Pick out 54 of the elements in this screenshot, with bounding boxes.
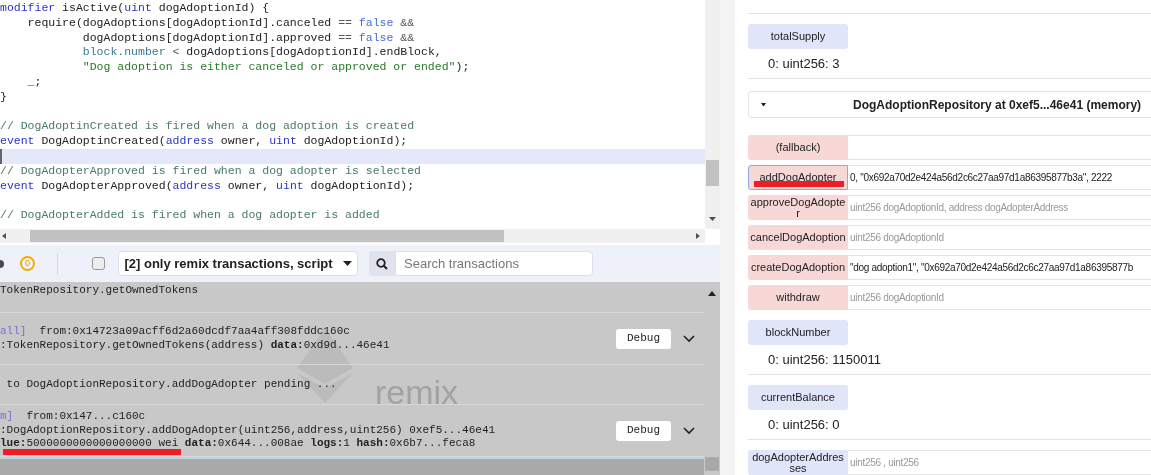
filter-dropdown[interactable]: [2] only remix transactions, script [118, 251, 358, 276]
horizontal-scrollbar[interactable] [0, 229, 705, 243]
argument-field[interactable]: uint256 , uint256 [848, 450, 1151, 475]
debug-button[interactable]: Debug [616, 420, 671, 441]
function-button[interactable]: blockNumber [748, 320, 848, 345]
code-line: event DogAdoptinCreated(address owner, uint dogAdoptionId); [0, 134, 409, 149]
argument-field[interactable]: 0, "0x692a70d2e424a56d2c6c27aa97d1a86395877b3a", 2222 [848, 165, 1151, 190]
log-line: :TokenRepository.getOwnedTokens(address) data:0xd9d...46e41 [0, 338, 391, 352]
function-button[interactable]: cancelDogAdoption [748, 225, 848, 250]
code-line: block.number < dogAdoptions[dogAdoptionId].endBlock, [81, 45, 443, 61]
scrollbar-thumb[interactable] [706, 160, 719, 186]
code-line: _; [26, 75, 43, 90]
argument-field[interactable]: uint256 dogAdoptionId [848, 225, 1151, 250]
pending-count-badge: 0 [20, 256, 35, 271]
output-text: 0: uint256: 1150011 [768, 351, 882, 368]
search-button[interactable] [369, 251, 395, 276]
log-line: all] from:0x14723a09acff6d2a60dcdf7aa4aff308fddc160c [0, 325, 351, 339]
log-line: :DogAdoptionRepository.addDogAdopter(uint256,address,uint256) 0xef5...46e41 [0, 423, 497, 438]
chevron-down-icon[interactable] [683, 334, 695, 343]
code-comment: // DogAdopterApproved is fired when a dog adopter is selected [0, 163, 422, 179]
code-line: modifier isActive(uint dogAdoptionId) { [0, 1, 271, 16]
code-line: } [0, 89, 8, 105]
code-line: "Dog adoption is either canceled or approved or ended"); [81, 60, 471, 75]
search-icon [376, 257, 388, 270]
code-comment: // DogAdoptinCreated is fired when a dog adoption is created [0, 119, 416, 135]
function-button[interactable]: dogAdopterAddresses [748, 450, 848, 475]
search-field[interactable]: Search transactions [395, 251, 593, 276]
code-line: require(dogAdoptions[dogAdoptionId].canceled == false && [26, 15, 416, 31]
caret-icon [342, 261, 352, 266]
function-button[interactable]: approveDogAdopter [748, 195, 848, 220]
scrollbar-thumb[interactable] [30, 230, 504, 242]
function-button[interactable]: createDogAdoption [748, 255, 848, 280]
argument-field[interactable]: uint256 dogAdoptionId [848, 285, 1151, 310]
code-comment: // DogAdopterAdded is fired when a dog adopter is added [0, 208, 381, 223]
function-button[interactable]: currentBalance [748, 385, 848, 410]
vertical-scrollbar[interactable] [705, 0, 720, 229]
function-button[interactable]: totalSupply [748, 24, 848, 49]
argument-field[interactable]: uint256 dogAdoptionId, address dogAdopterAddress [848, 195, 1151, 220]
scroll-up-icon[interactable] [707, 290, 717, 298]
code-line: dogAdoptions[dogAdoptionId].approved == false && [81, 30, 416, 46]
chevron-down-icon[interactable] [683, 426, 695, 435]
log-line: m] from:0x147...c160c [0, 410, 147, 424]
debug-button[interactable]: Debug [616, 328, 671, 349]
output-text: 0: uint256: 0 [768, 416, 841, 433]
argument-field[interactable]: "dog adoption1", "0x692a70d2e424a56d2c6c27aa97d1a86395877b [848, 255, 1151, 280]
scrollbar-thumb[interactable] [705, 457, 719, 471]
checkbox[interactable] [92, 257, 105, 270]
output-text: 0: uint256: 3 [768, 55, 841, 72]
code-line: event DogAdopterApproved(address owner, uint dogAdoptionId); [0, 178, 416, 194]
log-line: TokenRepository.getOwnedTokens [0, 284, 200, 298]
function-button[interactable]: (fallback) [748, 135, 848, 160]
log-line: lue:5000000000000000000 wei data:0x644...008ae logs:1 hash:0x6b7...feca8 [0, 437, 477, 451]
function-button[interactable]: withdraw [748, 285, 848, 310]
instance-header[interactable]: DogAdoptionRepository at 0xef5...46e41 (memory) [748, 91, 1151, 118]
